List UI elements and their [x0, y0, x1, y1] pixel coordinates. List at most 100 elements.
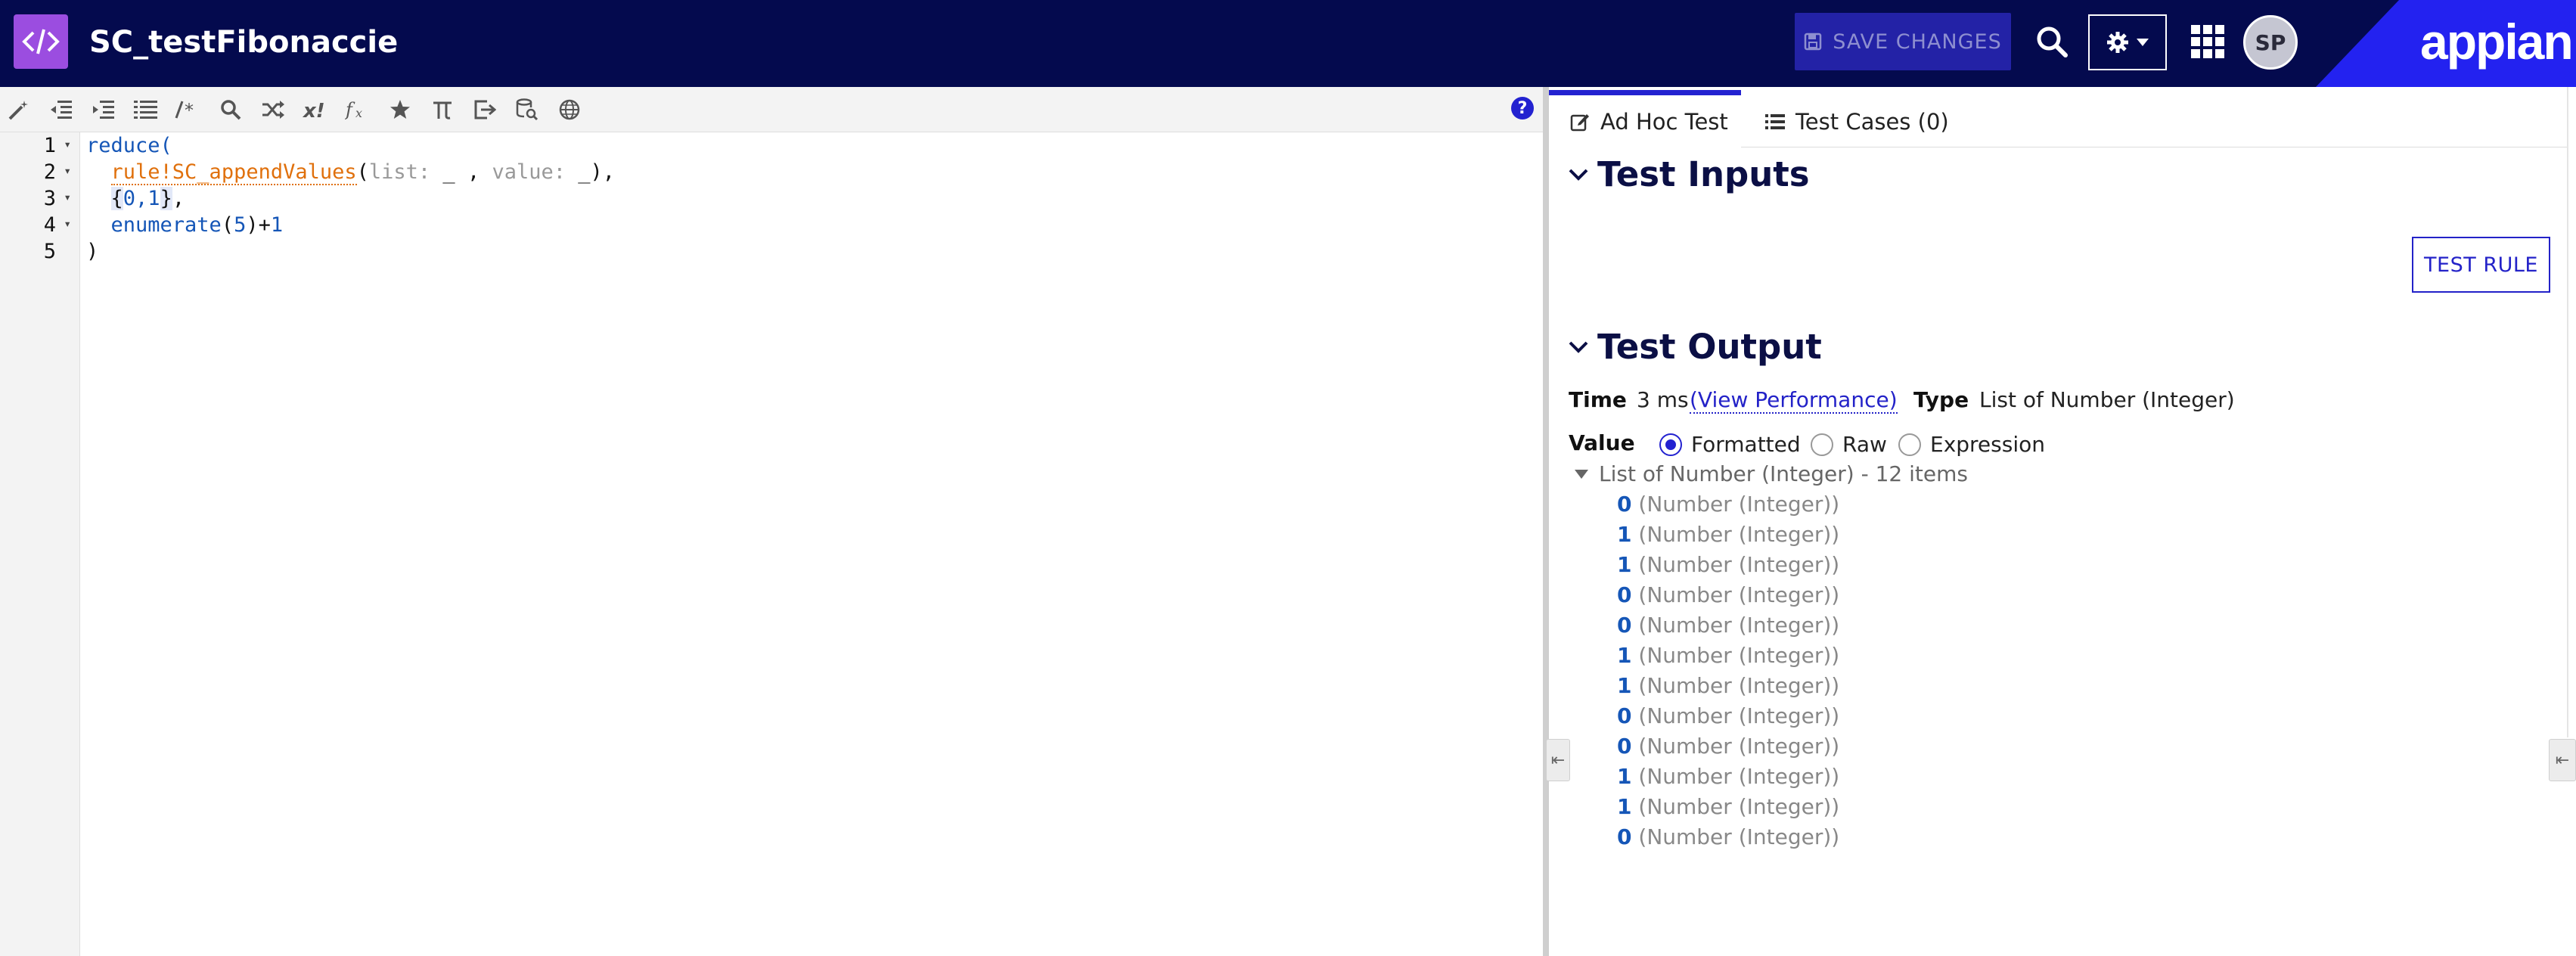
list-item-type: (Number (Integer))	[1638, 613, 1840, 638]
arrow-left-icon: ⇤	[1550, 750, 1566, 770]
tab-test-cases[interactable]: Test Cases (0)	[1765, 95, 1949, 148]
test-output-section-toggle[interactable]: Test Output	[1569, 327, 1822, 367]
list-item-type: (Number (Integer))	[1638, 764, 1840, 789]
gutter-line: 5	[43, 240, 56, 263]
user-avatar[interactable]: SP	[2243, 15, 2298, 70]
star-icon[interactable]	[386, 96, 414, 123]
search-icon	[2037, 26, 2068, 57]
fold-arrow-icon[interactable]: ▾	[64, 216, 71, 231]
pi-icon[interactable]	[428, 96, 457, 123]
tab-ad-hoc-test[interactable]: Ad Hoc Test	[1549, 90, 1741, 148]
list-item-type: (Number (Integer))	[1638, 552, 1840, 577]
test-rule-button[interactable]: TEST RULE	[2412, 237, 2550, 293]
arrow-left-icon: ⇤	[2555, 750, 2570, 770]
radio-expression[interactable]: Expression	[1898, 432, 2045, 457]
list-item: 0 (Number (Integer))	[1617, 703, 1839, 734]
view-performance-link[interactable]: (View Performance)	[1690, 387, 1898, 414]
outdent-icon[interactable]	[47, 96, 76, 123]
list-item: 1 (Number (Integer))	[1617, 794, 1839, 824]
output-list-toggle[interactable]: List of Number (Integer) - 12 items	[1575, 461, 1968, 486]
radio-selected-icon	[1659, 433, 1682, 456]
list-item-value: 0	[1617, 734, 1632, 759]
gutter-line: 4 ▾	[43, 213, 71, 237]
search-icon[interactable]	[216, 96, 245, 123]
code-line-5: )	[86, 240, 99, 263]
list-item: 0 (Number (Integer))	[1617, 824, 1839, 855]
list-item: 0 (Number (Integer))	[1617, 613, 1839, 643]
save-icon	[1805, 33, 1822, 51]
fold-arrow-icon[interactable]: ▾	[64, 137, 71, 151]
test-inputs-section-toggle[interactable]: Test Inputs	[1569, 154, 1810, 194]
list-item-value: 0	[1617, 613, 1632, 638]
list-item-value: 1	[1617, 552, 1632, 577]
chevron-down-icon	[1569, 341, 1588, 353]
panel-splitter[interactable]	[1543, 87, 1549, 956]
list-item-type: (Number (Integer))	[1638, 703, 1840, 728]
code-line-1: reduce(	[86, 134, 172, 157]
list-icon	[1765, 114, 1785, 129]
x-factorial-icon[interactable]: x!	[301, 96, 330, 123]
code-line-4: enumerate(5)+1	[110, 213, 284, 237]
fold-arrow-icon[interactable]: ▾	[64, 163, 71, 178]
list-item-type: (Number (Integer))	[1638, 794, 1840, 819]
export-icon[interactable]	[470, 96, 499, 123]
shuffle-icon[interactable]	[259, 96, 287, 123]
list-item: 1 (Number (Integer))	[1617, 552, 1839, 582]
list-item-type: (Number (Integer))	[1638, 673, 1840, 698]
help-icon[interactable]: ?	[1511, 97, 1534, 120]
radio-raw[interactable]: Raw	[1811, 432, 1887, 457]
list-item-value: 1	[1617, 764, 1632, 789]
test-output-title: Test Output	[1597, 327, 1822, 367]
comment-icon[interactable]: *	[174, 96, 203, 123]
list-item-value: 1	[1617, 522, 1632, 547]
collapse-editor-button[interactable]: ⇤	[1546, 739, 1570, 781]
list-item-type: (Number (Integer))	[1638, 734, 1840, 759]
fold-arrow-icon[interactable]: ▾	[64, 190, 71, 204]
search-button[interactable]	[2027, 17, 2077, 67]
appian-logo: appian	[2420, 14, 2574, 70]
save-changes-label: SAVE CHANGES	[1833, 29, 2002, 54]
indent-icon[interactable]	[89, 96, 118, 123]
rule-title: SC_testFibonaccie	[89, 25, 399, 60]
list-item-value: 1	[1617, 643, 1632, 668]
database-search-icon[interactable]	[513, 96, 542, 123]
list-item-value: 0	[1617, 492, 1632, 517]
svg-text:f: f	[345, 99, 355, 120]
collapse-test-panel-button[interactable]: ⇤	[2549, 739, 2576, 781]
globe-icon[interactable]	[555, 96, 584, 123]
list-item: 0 (Number (Integer))	[1617, 734, 1839, 764]
type-label: Type	[1913, 387, 1969, 412]
list-item-type: (Number (Integer))	[1638, 522, 1840, 547]
panel-border	[2567, 87, 2568, 737]
chevron-down-icon	[1569, 169, 1588, 181]
time-value: 3 ms	[1637, 387, 1689, 412]
radio-unselected-icon	[1811, 433, 1833, 456]
list-item: 0 (Number (Integer))	[1617, 492, 1839, 522]
expression-editor[interactable]: reduce( rule!SC_appendValues(list: _ , v…	[86, 132, 615, 265]
list-item: 1 (Number (Integer))	[1617, 643, 1839, 673]
svg-text:x!: x!	[303, 100, 325, 120]
list-item: 1 (Number (Integer))	[1617, 764, 1839, 794]
apps-navigation-button[interactable]	[2183, 17, 2233, 67]
gear-icon	[2107, 32, 2128, 53]
test-inputs-title: Test Inputs	[1597, 154, 1810, 194]
list-indent-icon[interactable]	[132, 96, 160, 123]
radio-formatted[interactable]: Formatted	[1659, 432, 1801, 457]
magic-wand-icon[interactable]	[5, 96, 33, 123]
list-item-type: (Number (Integer))	[1638, 492, 1840, 517]
fx-icon[interactable]: fx	[343, 96, 372, 123]
grid-icon	[2191, 25, 2224, 58]
gutter-line: 1 ▾	[43, 134, 71, 157]
code-line-2: rule!SC_appendValues(list: _ , value: _)…	[110, 160, 616, 185]
settings-menu-button[interactable]	[2088, 14, 2167, 70]
list-item-type: (Number (Integer))	[1638, 643, 1840, 668]
list-item-type: (Number (Integer))	[1638, 824, 1840, 849]
line-number-gutter: 1 ▾ 2 ▾ 3 ▾ 4 ▾ 5	[0, 132, 80, 956]
caret-down-icon	[2137, 39, 2149, 46]
list-item-value: 0	[1617, 703, 1632, 728]
gutter-line: 3 ▾	[43, 187, 71, 210]
save-changes-button[interactable]: SAVE CHANGES	[1795, 13, 2011, 70]
value-label: Value	[1569, 430, 1635, 455]
radio-unselected-icon	[1898, 433, 1921, 456]
list-item: 1 (Number (Integer))	[1617, 522, 1839, 552]
